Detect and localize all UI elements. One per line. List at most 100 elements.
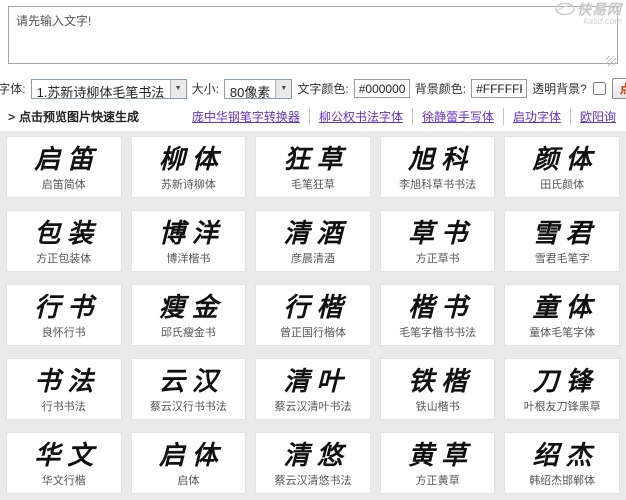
tile-preview-text: 行书 xyxy=(34,293,101,323)
tile-font-name: 蔡云汉行书书法 xyxy=(149,401,227,413)
font-preview-tile[interactable]: 黄草 方正黄草 xyxy=(379,432,496,494)
font-preview-tile[interactable]: 铁楷 铁山楷书 xyxy=(379,358,496,420)
font-preview-tile[interactable]: 刀锋 叶根友刀锋黑草 xyxy=(504,358,620,420)
tile-font-name: 铁山楷书 xyxy=(415,401,460,413)
size-select[interactable]: 80像素 ▼ xyxy=(223,78,293,100)
tile-preview-text: 刀锋 xyxy=(532,367,599,397)
font-preview-tile[interactable]: 包装 方正包装体 xyxy=(6,210,122,272)
font-preview-tile[interactable]: 草书 方正草书 xyxy=(379,210,496,272)
tile-font-name: 毛笔狂草 xyxy=(290,179,335,191)
font-preview-tile[interactable]: 华文 华文行楷 xyxy=(6,432,122,494)
tile-preview-text: 启体 xyxy=(158,441,225,471)
chevron-down-icon: ▼ xyxy=(275,79,292,98)
nav-links: 庞中华钢笔字转换器 柳公权书法字体 徐静蕾手写体 启功字体 欧阳询 xyxy=(192,108,616,125)
font-select-value: 1.苏新诗柳体毛笔书法 xyxy=(36,84,165,100)
font-select-label: 选择毛笔字体: xyxy=(0,82,26,96)
tile-preview-text: 柳体 xyxy=(158,145,225,175)
text-color-input[interactable] xyxy=(353,79,410,98)
quick-generate-tip-text: 点击预览图片快速生成 xyxy=(19,110,140,124)
tile-preview-text: 行楷 xyxy=(283,293,350,323)
font-preview-tile[interactable]: 绍杰 韩绍杰邯郸体 xyxy=(504,432,620,494)
font-preview-tile[interactable]: 云汉 蔡云汉行书书法 xyxy=(130,358,247,420)
tile-preview-text: 草书 xyxy=(408,219,475,249)
text-color-label: 文字颜色: xyxy=(297,82,349,96)
nav-row: > 点击预览图片快速生成 庞中华钢笔字转换器 柳公权书法字体 徐静蕾手写体 启功字体 欧阳… xyxy=(0,99,626,131)
input-section: 选择毛笔字体: 1.苏新诗柳体毛笔书法 ▼ 大小: 80像素 ▼ 文字颜色: 背… xyxy=(0,0,626,100)
tile-font-name: 启笛简体 xyxy=(41,179,86,191)
tile-font-name: 雪君毛笔字 xyxy=(534,253,590,265)
tile-font-name: 曾正国行楷体 xyxy=(279,327,346,339)
chevron-down-icon: ▼ xyxy=(169,79,186,98)
font-preview-tile[interactable]: 狂草 毛笔狂草 xyxy=(255,136,371,198)
tile-preview-text: 博洋 xyxy=(158,219,225,249)
tile-font-name: 行书书法 xyxy=(41,401,86,413)
nav-link[interactable]: 启功字体 xyxy=(502,108,561,125)
nav-link[interactable]: 欧阳询 xyxy=(569,108,616,125)
transparent-bg-checkbox[interactable] xyxy=(592,82,606,95)
tile-preview-text: 黄草 xyxy=(408,441,475,471)
tile-font-name: 田氏颜体 xyxy=(540,179,585,191)
nav-link[interactable]: 柳公权书法字体 xyxy=(308,108,403,125)
font-preview-tile[interactable]: 行楷 曾正国行楷体 xyxy=(255,284,371,346)
font-select[interactable]: 1.苏新诗柳体毛笔书法 ▼ xyxy=(30,78,187,100)
bg-color-label: 背景颜色: xyxy=(414,82,467,96)
tile-preview-text: 清悠 xyxy=(283,441,350,471)
font-preview-tile[interactable]: 清悠 蔡云汉清悠书法 xyxy=(255,432,371,494)
quick-generate-tip: > 点击预览图片快速生成 xyxy=(8,108,139,125)
size-label: 大小: xyxy=(191,82,219,96)
tile-font-name: 蔡云汉清悠书法 xyxy=(274,475,352,487)
tile-preview-text: 旭科 xyxy=(408,145,475,175)
font-preview-tile[interactable]: 行书 良怀行书 xyxy=(6,284,122,346)
font-preview-tile[interactable]: 博洋 博洋楷书 xyxy=(130,210,247,272)
text-input[interactable] xyxy=(8,6,618,64)
tile-font-name: 方正包装体 xyxy=(36,253,92,265)
font-preview-tile[interactable]: 楷书 毛笔字楷书书法 xyxy=(379,284,496,346)
tile-preview-text: 清酒 xyxy=(283,219,350,249)
font-preview-tile[interactable]: 颜体 田氏颜体 xyxy=(504,136,620,198)
font-preview-tile[interactable]: 清叶 蔡云汉清叶书法 xyxy=(255,358,371,420)
font-preview-tile[interactable]: 清酒 彦晨清酒 xyxy=(255,210,371,272)
arrow-right-icon: > xyxy=(8,110,16,124)
bg-color-input[interactable] xyxy=(471,79,528,98)
font-preview-tile[interactable]: 启体 启体 xyxy=(130,432,247,494)
tile-font-name: 方正草书 xyxy=(415,253,460,265)
tile-font-name: 启体 xyxy=(177,475,200,487)
tile-font-name: 彦晨清酒 xyxy=(290,253,335,265)
font-preview-tile[interactable]: 书法 行书书法 xyxy=(6,358,122,420)
tile-preview-text: 启笛 xyxy=(34,145,101,175)
tile-preview-text: 铁楷 xyxy=(408,367,475,397)
size-select-value: 80像素 xyxy=(229,84,271,100)
tile-preview-text: 包装 xyxy=(34,219,101,249)
tile-preview-text: 云汉 xyxy=(158,367,225,397)
tile-preview-text: 清叶 xyxy=(283,367,350,397)
tile-preview-text: 雪君 xyxy=(532,219,599,249)
nav-link[interactable]: 徐静蕾手写体 xyxy=(411,108,494,125)
tile-font-name: 邱氏瘦金书 xyxy=(160,327,216,339)
nav-link[interactable]: 庞中华钢笔字转换器 xyxy=(192,108,300,125)
font-preview-tile[interactable]: 旭科 李旭科草书书法 xyxy=(379,136,496,198)
tile-font-name: 叶根友刀锋黑草 xyxy=(523,401,601,413)
tile-preview-text: 童体 xyxy=(532,293,599,323)
tile-preview-text: 绍杰 xyxy=(532,441,599,471)
tile-preview-text: 瘦金 xyxy=(158,293,225,323)
tile-preview-text: 书法 xyxy=(34,367,101,397)
font-preview-tile[interactable]: 柳体 苏新诗柳体 xyxy=(130,136,247,198)
font-preview-tile[interactable]: 童体 童体毛笔字体 xyxy=(504,284,620,346)
toolbar: 选择毛笔字体: 1.苏新诗柳体毛笔书法 ▼ 大小: 80像素 ▼ 文字颜色: 背… xyxy=(0,78,626,100)
tile-font-name: 华文行楷 xyxy=(41,475,86,487)
tile-font-name: 方正黄草 xyxy=(415,475,460,487)
tile-preview-text: 华文 xyxy=(34,441,101,471)
font-grid: 启笛 启笛简体 柳体 苏新诗柳体 狂草 毛笔狂草 旭科 李旭科草书书法 颜体 田… xyxy=(0,131,626,500)
tile-font-name: 韩绍杰邯郸体 xyxy=(529,475,596,487)
tile-preview-text: 楷书 xyxy=(408,293,475,323)
font-preview-tile[interactable]: 雪君 雪君毛笔字 xyxy=(504,210,620,272)
tile-preview-text: 颜体 xyxy=(532,145,599,175)
tile-font-name: 童体毛笔字体 xyxy=(529,327,596,339)
transparent-bg-label: 透明背景? xyxy=(532,82,587,96)
font-preview-tile[interactable]: 瘦金 邱氏瘦金书 xyxy=(130,284,247,346)
convert-button[interactable]: 点击转换 xyxy=(611,78,626,99)
tile-font-name: 苏新诗柳体 xyxy=(160,179,216,191)
tile-font-name: 蔡云汉清叶书法 xyxy=(274,401,352,413)
tile-font-name: 毛笔字楷书书法 xyxy=(399,327,477,339)
font-preview-tile[interactable]: 启笛 启笛简体 xyxy=(6,136,122,198)
